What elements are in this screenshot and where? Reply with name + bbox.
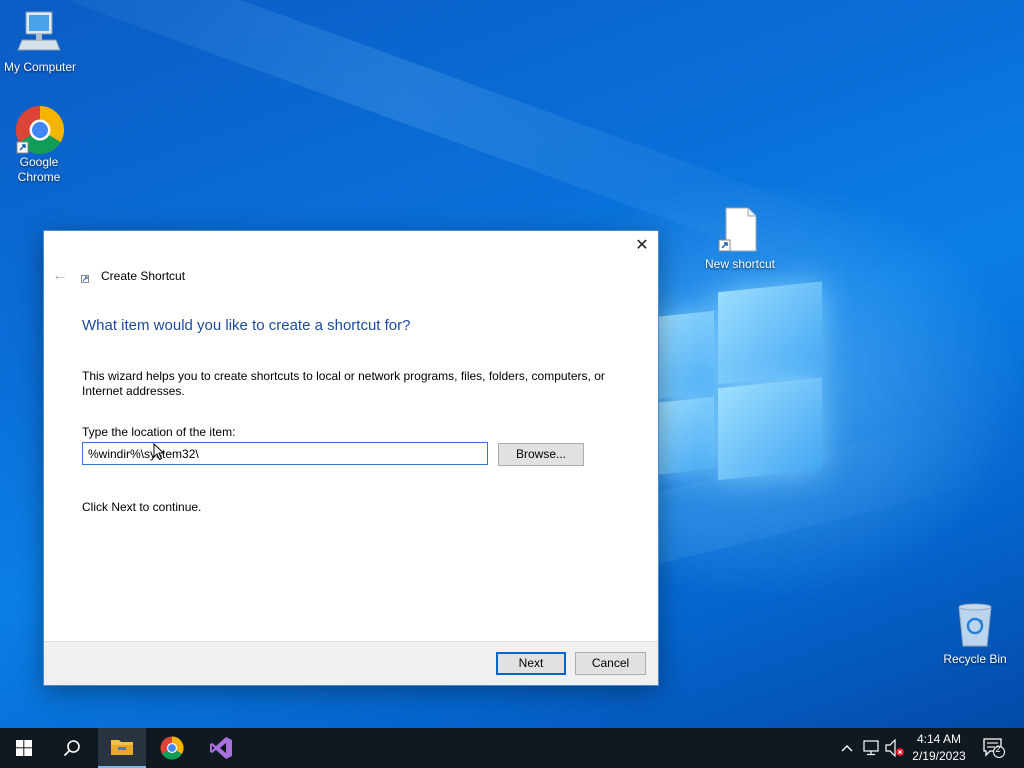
search-button[interactable] xyxy=(48,728,96,768)
clock-date: 2/19/2023 xyxy=(912,749,966,763)
taskbar-visual-studio[interactable] xyxy=(197,728,245,768)
cancel-button[interactable]: Cancel xyxy=(575,652,646,675)
location-label: Type the location of the item: xyxy=(82,425,236,439)
desktop-icon-recycle-bin[interactable]: Recycle Bin xyxy=(935,602,1015,667)
desktop-icon-label: Google Chrome xyxy=(17,155,61,184)
close-button[interactable]: ✕ xyxy=(630,233,654,259)
dialog-title: Create Shortcut xyxy=(101,269,186,283)
page-heading: What item would you like to create a sho… xyxy=(82,317,411,334)
desktop-icon-label: New shortcut xyxy=(704,257,776,271)
desktop-icon-new-shortcut[interactable]: New shortcut xyxy=(700,207,780,272)
back-button[interactable]: ← xyxy=(52,267,72,285)
computer-icon xyxy=(16,10,64,58)
taskbar-clock[interactable]: 4:14 AM 2/19/2023 xyxy=(900,731,978,765)
wallpaper-windows-logo xyxy=(656,281,824,491)
close-icon: ✕ xyxy=(635,237,649,254)
mouse-cursor-icon xyxy=(153,443,165,461)
taskbar-chrome[interactable] xyxy=(148,728,196,768)
network-icon xyxy=(863,740,879,756)
network-button[interactable] xyxy=(860,728,882,768)
chrome-icon xyxy=(15,105,65,155)
desktop-icon-my-computer[interactable]: My Computer xyxy=(0,10,80,75)
browse-button[interactable]: Browse... xyxy=(498,443,584,466)
next-button[interactable]: Next xyxy=(496,652,566,675)
search-icon xyxy=(63,740,80,757)
shortcut-wizard-icon xyxy=(81,275,89,283)
desktop-icon-google-chrome[interactable]: Google Chrome xyxy=(0,105,79,185)
action-center-button[interactable]: 2 xyxy=(980,728,1008,768)
desktop-icon-label: Recycle Bin xyxy=(943,652,1007,666)
create-shortcut-dialog: ✕ ← Create Shortcut What item would you … xyxy=(43,230,659,686)
start-button[interactable] xyxy=(0,728,48,768)
folder-icon xyxy=(111,740,133,755)
chevron-up-icon xyxy=(841,745,853,752)
continue-hint: Click Next to continue. xyxy=(82,500,202,514)
back-arrow-icon: ← xyxy=(52,267,68,284)
clock-time: 4:14 AM xyxy=(916,732,962,746)
desktop-icon-label: My Computer xyxy=(3,60,77,74)
visual-studio-icon xyxy=(210,737,232,759)
show-hidden-icons-button[interactable] xyxy=(838,728,856,768)
notification-count-badge: 2 xyxy=(995,744,1001,754)
taskbar-file-explorer[interactable] xyxy=(98,728,146,768)
shortcut-file-icon xyxy=(716,207,764,255)
chrome-icon xyxy=(160,736,184,760)
taskbar: 4:14 AM 2/19/2023 2 xyxy=(0,728,1024,768)
wizard-description: This wizard helps you to create shortcut… xyxy=(82,369,605,398)
recycle-bin-icon xyxy=(951,602,999,650)
location-input[interactable] xyxy=(82,442,488,465)
windows-start-icon xyxy=(16,740,32,756)
